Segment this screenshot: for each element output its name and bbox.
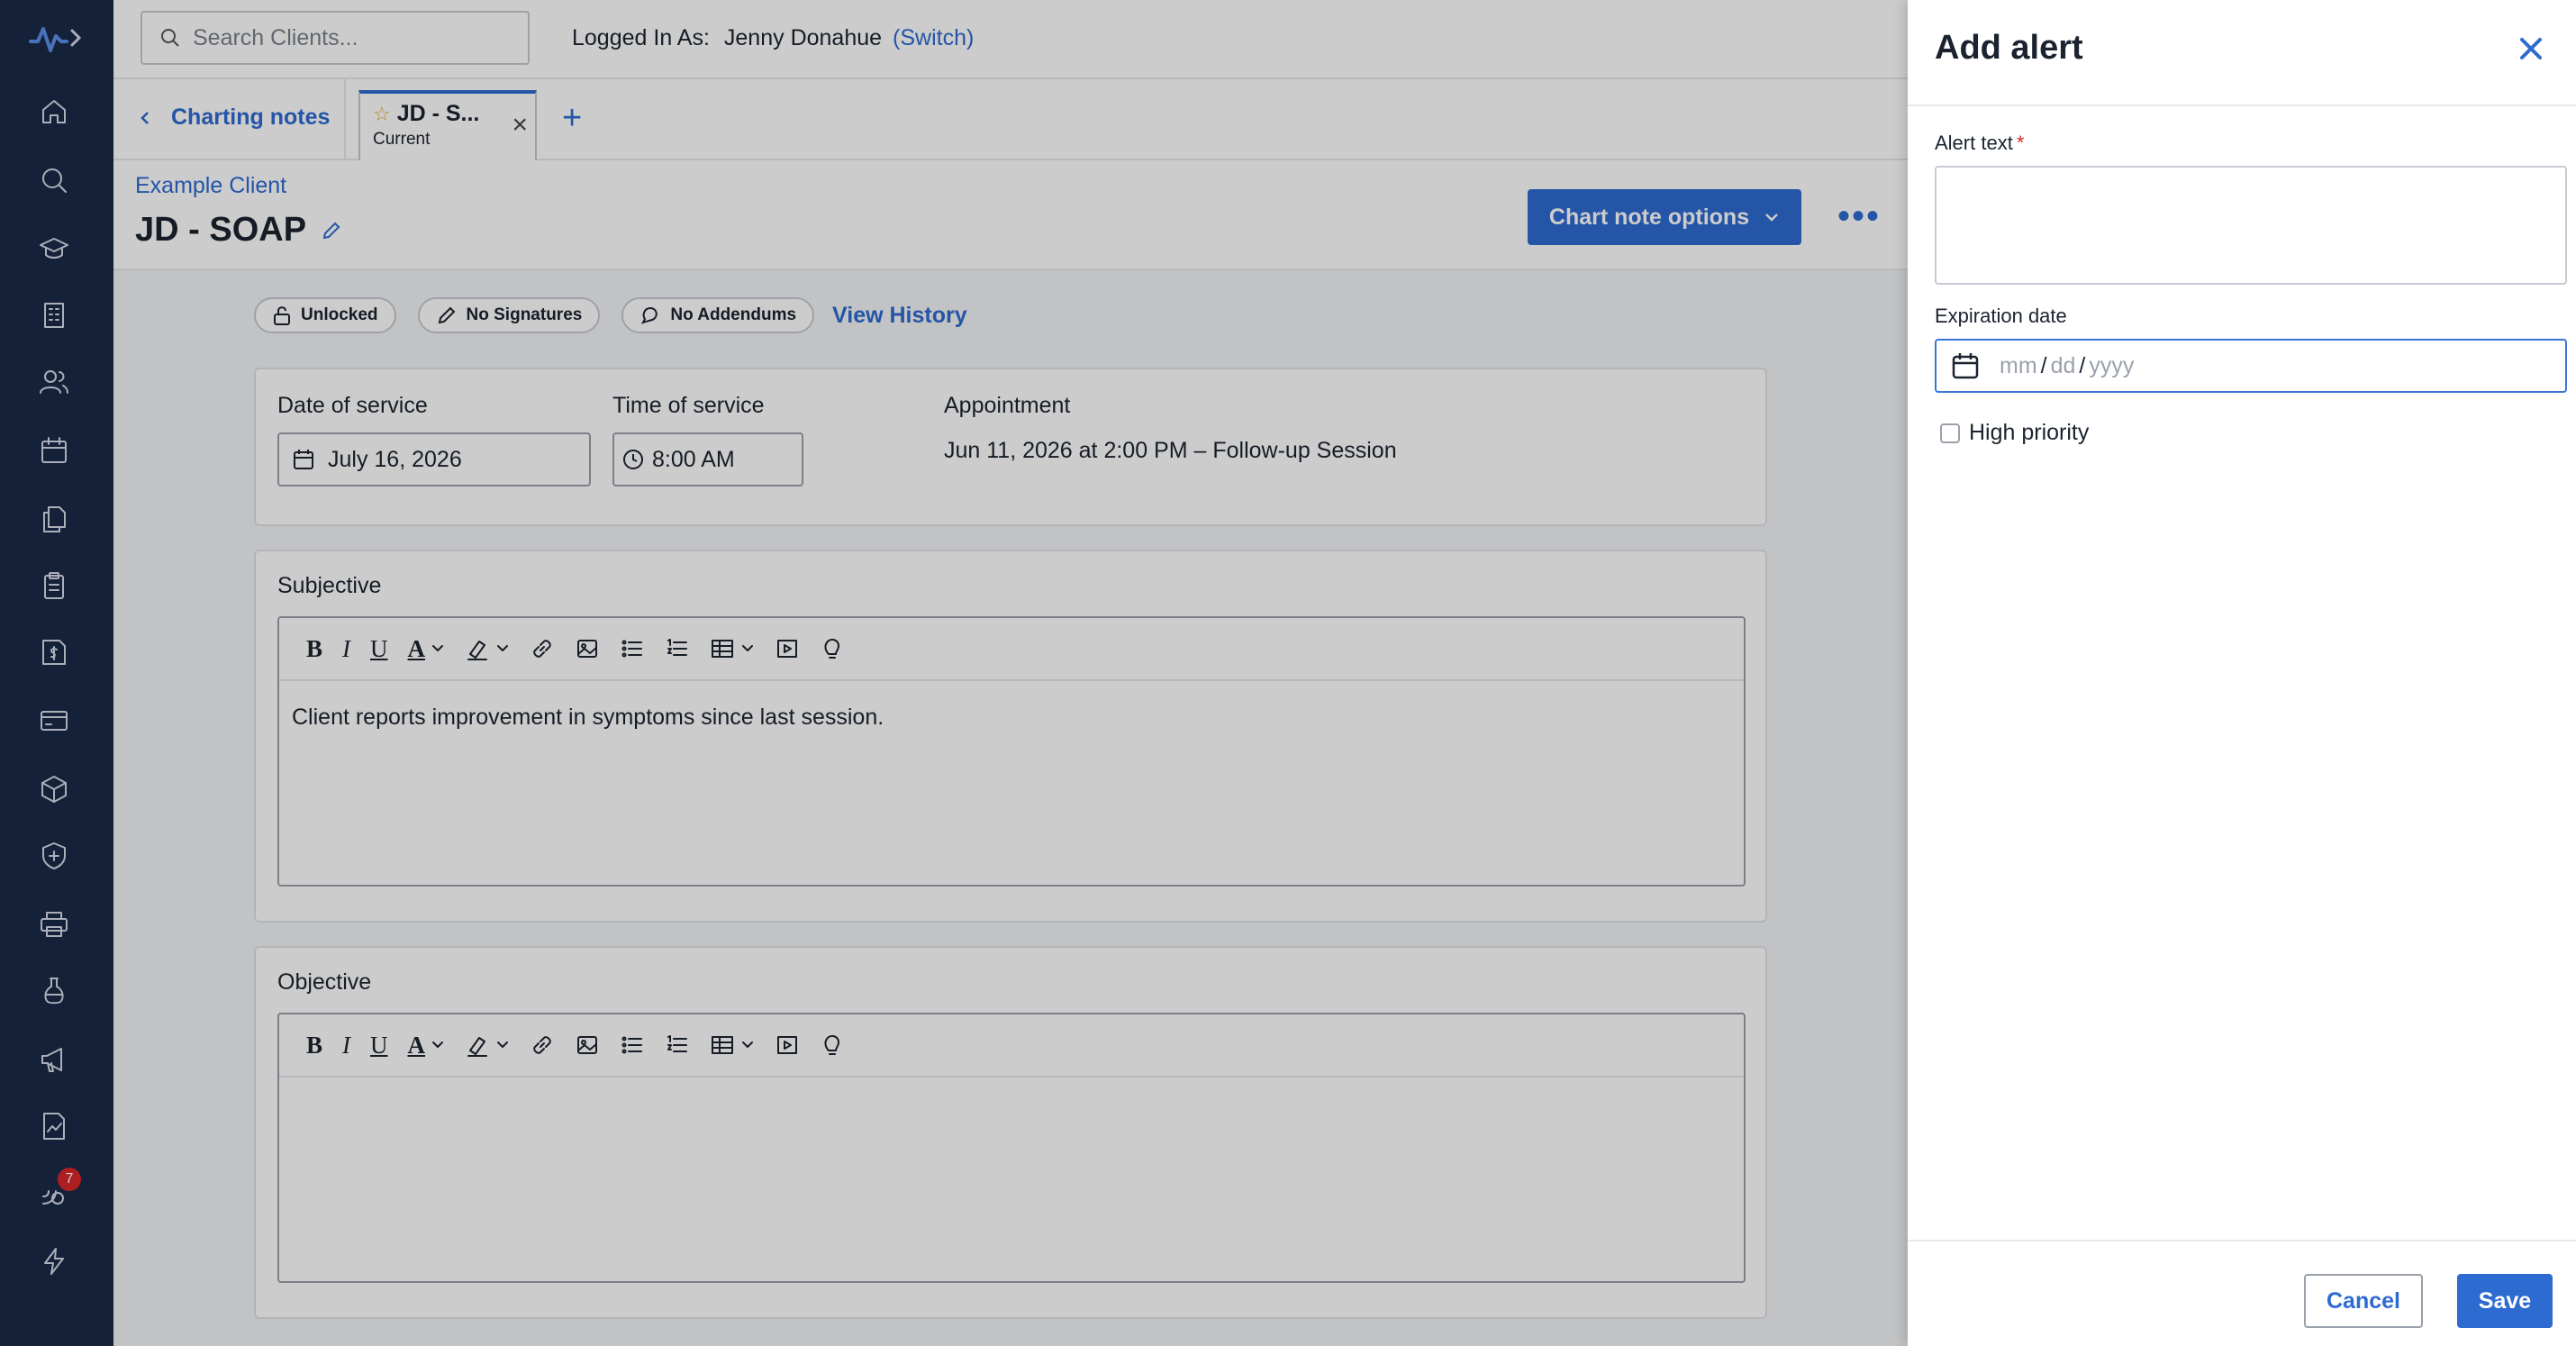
drawer-title: Add alert bbox=[1935, 29, 2083, 67]
close-icon[interactable] bbox=[2513, 31, 2549, 67]
date-segments[interactable]: mm / dd / yyyy bbox=[2000, 353, 2134, 379]
save-button[interactable]: Save bbox=[2457, 1274, 2553, 1328]
expiration-date-label: Expiration date bbox=[1935, 305, 2067, 327]
cancel-button[interactable]: Cancel bbox=[2304, 1274, 2423, 1328]
modal-backdrop[interactable] bbox=[0, 0, 1908, 1346]
alert-text-label: Alert text * bbox=[1935, 132, 2025, 154]
drawer-footer: Cancel Save bbox=[1908, 1240, 2576, 1346]
alert-text-input[interactable] bbox=[1935, 166, 2567, 285]
checkbox-box[interactable] bbox=[1940, 423, 1960, 443]
expiration-date-field[interactable]: mm / dd / yyyy bbox=[1935, 339, 2567, 393]
drawer-header: Add alert bbox=[1908, 0, 2576, 106]
required-mark: * bbox=[2016, 132, 2025, 154]
high-priority-checkbox[interactable]: High priority bbox=[1940, 420, 2089, 446]
add-alert-drawer: Add alert Alert text * Expiration date mm… bbox=[1908, 0, 2576, 1346]
high-priority-label: High priority bbox=[1969, 420, 2090, 445]
calendar-icon bbox=[1952, 353, 1979, 379]
